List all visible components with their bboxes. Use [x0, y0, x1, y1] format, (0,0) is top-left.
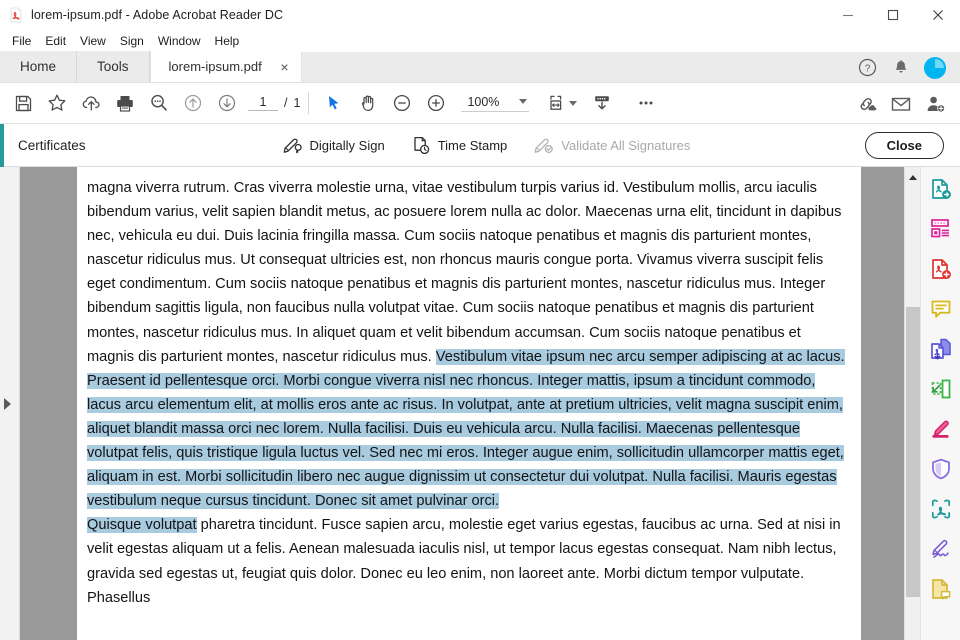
vertical-scrollbar[interactable]: [904, 167, 920, 640]
chevron-down-icon[interactable]: [519, 99, 527, 104]
tab-home[interactable]: Home: [0, 51, 77, 82]
stamp-tool[interactable]: [927, 575, 955, 603]
menu-view[interactable]: View: [73, 32, 113, 50]
validate-all-signatures-button[interactable]: Validate All Signatures: [533, 136, 690, 155]
zoom-level-value: 100%: [467, 95, 499, 109]
validate-signature-icon: [533, 136, 554, 155]
scroll-up-arrow-icon[interactable]: [905, 169, 921, 185]
text-run-plain: pharetra tincidunt. Fusce sapien arcu, m…: [87, 517, 841, 605]
hand-icon[interactable]: [351, 86, 385, 120]
toolbar-divider-1: [308, 92, 309, 114]
main-toolbar: 1 / 1: [0, 83, 960, 124]
optimize-pdf-tool[interactable]: [927, 495, 955, 523]
bell-icon[interactable]: [886, 53, 916, 83]
protect-tool[interactable]: [927, 455, 955, 483]
certificates-title: Certificates: [18, 138, 86, 153]
left-panel-rail[interactable]: [0, 167, 20, 640]
fill-and-sign-tool[interactable]: [927, 535, 955, 563]
search-icon[interactable]: [142, 86, 176, 120]
scrollbar-thumb[interactable]: [906, 307, 920, 597]
digitally-sign-label: Digitally Sign: [310, 138, 385, 153]
more-ellipsis-icon[interactable]: [629, 86, 663, 120]
arrow-down-circle-icon[interactable]: [210, 86, 244, 120]
page-separator: /: [284, 96, 287, 110]
page-total: 1: [293, 96, 300, 110]
time-stamp-button[interactable]: Time Stamp: [411, 136, 508, 155]
pdf-page: magna viverra rutrum. Cras viverra moles…: [77, 167, 861, 640]
page-number-input[interactable]: 1: [248, 95, 278, 111]
print-icon[interactable]: [108, 86, 142, 120]
menu-edit[interactable]: Edit: [38, 32, 73, 50]
close-certificates-button[interactable]: Close: [865, 132, 944, 159]
menu-window[interactable]: Window: [151, 32, 208, 50]
text-run-highlighted: Quisque volutpat: [87, 517, 197, 533]
maximize-button[interactable]: [870, 0, 915, 30]
comment-tool[interactable]: [927, 295, 955, 323]
window-controls: [825, 0, 960, 30]
upload-cloud-icon[interactable]: [74, 86, 108, 120]
time-stamp-label: Time Stamp: [438, 138, 508, 153]
text-run-highlighted: Vestibulum vitae ipsum nec arcu semper a…: [87, 349, 845, 510]
minimize-button[interactable]: [825, 0, 870, 30]
menu-help[interactable]: Help: [208, 32, 247, 50]
window-title: lorem-ipsum.pdf - Adobe Acrobat Reader D…: [31, 8, 283, 22]
toolbar-right-actions: [850, 83, 952, 124]
read-mode-icon[interactable]: [585, 86, 619, 120]
email-envelope-icon[interactable]: [884, 87, 918, 121]
tools-rail: [920, 167, 960, 640]
fit-page-icon[interactable]: [539, 86, 573, 120]
acrobat-pdf-icon: [8, 7, 24, 23]
share-link-cloud-icon[interactable]: [850, 87, 884, 121]
combine-files-tool[interactable]: [927, 335, 955, 363]
tab-strip-right-actions: ?: [852, 52, 960, 83]
fit-page-chevron-down-icon[interactable]: [569, 101, 577, 106]
export-pdf-tool[interactable]: [927, 175, 955, 203]
expand-panel-arrow-icon[interactable]: [4, 398, 11, 410]
acrobat-reader-window: lorem-ipsum.pdf - Adobe Acrobat Reader D…: [0, 0, 960, 640]
organize-pages-tool[interactable]: [927, 215, 955, 243]
create-pdf-tool[interactable]: [927, 255, 955, 283]
minus-circle-icon[interactable]: [385, 86, 419, 120]
certificates-actions: Digitally Sign Time Stamp: [282, 136, 691, 155]
zoom-level-select[interactable]: 100%: [461, 95, 529, 112]
text-run-plain: magna viverra rutrum. Cras viverra moles…: [87, 180, 841, 365]
plus-circle-icon[interactable]: [419, 86, 453, 120]
menu-sign[interactable]: Sign: [113, 32, 151, 50]
arrow-up-circle-icon[interactable]: [176, 86, 210, 120]
cursor-arrow-icon[interactable]: [317, 86, 351, 120]
close-button[interactable]: [915, 0, 960, 30]
star-icon[interactable]: [40, 86, 74, 120]
tab-tools[interactable]: Tools: [77, 51, 150, 82]
tab-strip: Home Tools lorem-ipsum.pdf × ?: [0, 52, 960, 83]
question-circle-icon[interactable]: ?: [852, 53, 882, 83]
tab-document-lorem-ipsum[interactable]: lorem-ipsum.pdf ×: [150, 51, 302, 82]
document-viewport[interactable]: magna viverra rutrum. Cras viverra moles…: [20, 167, 904, 640]
certificates-toolbar: Certificates Digitally Sign: [0, 124, 960, 167]
document-tab-label: lorem-ipsum.pdf: [169, 59, 262, 74]
title-bar: lorem-ipsum.pdf - Adobe Acrobat Reader D…: [0, 0, 960, 30]
time-stamp-clock-icon: [411, 136, 431, 155]
crop-pages-tool[interactable]: [927, 375, 955, 403]
document-body: magna viverra rutrum. Cras viverra moles…: [0, 167, 960, 640]
svg-text:?: ?: [864, 64, 870, 75]
close-icon[interactable]: ×: [280, 60, 288, 74]
digitally-sign-button[interactable]: Digitally Sign: [282, 136, 385, 155]
avatar[interactable]: [920, 53, 950, 83]
paragraph-2: Quisque volutpat pharetra tincidunt. Fus…: [87, 513, 849, 609]
add-person-icon[interactable]: [918, 87, 952, 121]
digitally-sign-pen-icon: [282, 136, 303, 155]
certificates-accent-bar: [0, 124, 4, 167]
pdf-page-text: magna viverra rutrum. Cras viverra moles…: [77, 176, 861, 610]
paragraph-1: magna viverra rutrum. Cras viverra moles…: [87, 176, 849, 513]
highlight-tool[interactable]: [927, 415, 955, 443]
menu-file[interactable]: File: [5, 32, 38, 50]
save-floppy-icon[interactable]: [6, 86, 40, 120]
page-navigator: 1 / 1: [248, 95, 300, 111]
menu-bar: File Edit View Sign Window Help: [0, 30, 960, 52]
validate-all-signatures-label: Validate All Signatures: [561, 138, 690, 153]
